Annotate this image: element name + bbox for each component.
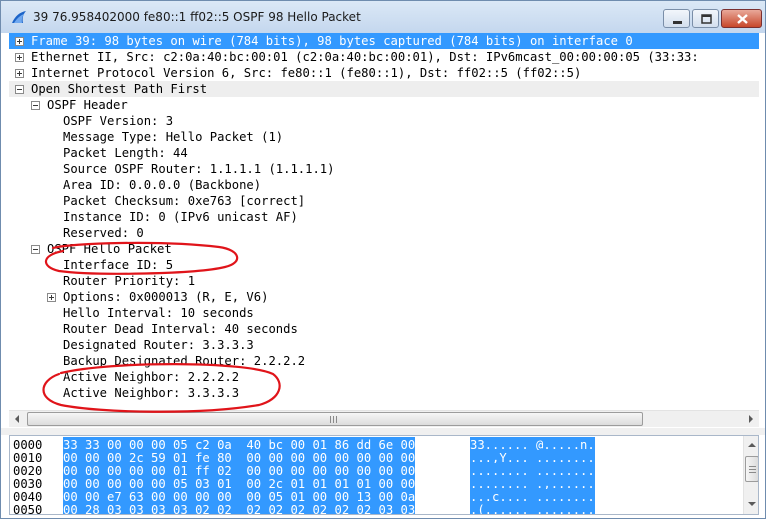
- grip-line: [330, 416, 331, 423]
- tree-row-field[interactable]: OSPF Version: 3: [9, 113, 759, 129]
- vertical-scrollbar[interactable]: [743, 436, 759, 514]
- tree-row-label: Packet Checksum: 0xe763 [correct]: [63, 194, 306, 208]
- tree-row-options[interactable]: Options: 0x000013 (R, E, V6): [9, 289, 759, 305]
- tree-row-field[interactable]: Designated Router: 3.3.3.3: [9, 337, 759, 353]
- minimize-button[interactable]: [663, 9, 690, 28]
- tree-row-ospf-header[interactable]: OSPF Header: [9, 97, 759, 113]
- maximize-button[interactable]: [692, 9, 719, 28]
- tree-row-field[interactable]: Area ID: 0.0.0.0 (Backbone): [9, 177, 759, 193]
- maximize-icon: [701, 14, 712, 24]
- expand-icon[interactable]: [15, 53, 24, 62]
- close-button[interactable]: [721, 9, 762, 28]
- tree-row-label: Active Neighbor: 3.3.3.3: [63, 386, 240, 400]
- tree-row-label: Interface ID: 5: [63, 258, 174, 272]
- grip-line: [749, 469, 756, 470]
- tree-row-field[interactable]: Interface ID: 5: [9, 257, 759, 273]
- tree-row-label: Router Priority: 1: [63, 274, 196, 288]
- tree-row-label: Router Dead Interval: 40 seconds: [63, 322, 298, 336]
- tree-row-label: OSPF Version: 3: [63, 114, 174, 128]
- tree-row-label: Message Type: Hello Packet (1): [63, 130, 284, 144]
- scroll-right-icon[interactable]: [742, 411, 759, 427]
- tree-row-label: Backup Designated Router: 2.2.2.2: [63, 354, 306, 368]
- horizontal-scrollbar[interactable]: [9, 410, 759, 427]
- tree-row-frame[interactable]: Frame 39: 98 bytes on wire (784 bits), 9…: [9, 33, 759, 49]
- grip-line: [749, 466, 756, 467]
- tree-row-field[interactable]: Hello Interval: 10 seconds: [9, 305, 759, 321]
- tree-row-field[interactable]: Backup Designated Router: 2.2.2.2: [9, 353, 759, 369]
- tree-row-field[interactable]: Source OSPF Router: 1.1.1.1 (1.1.1.1): [9, 161, 759, 177]
- hex-ascii[interactable]: .(...... ........: [470, 502, 595, 514]
- tree-row-field[interactable]: Instance ID: 0 (IPv6 unicast AF): [9, 209, 759, 225]
- tree-row-field[interactable]: Active Neighbor: 2.2.2.2: [9, 369, 759, 385]
- tree-row-field[interactable]: Reserved: 0: [9, 225, 759, 241]
- tree-row-ospf[interactable]: Open Shortest Path First: [9, 81, 759, 97]
- tree-row-label: Ethernet II, Src: c2:0a:40:bc:00:01 (c2:…: [31, 50, 699, 64]
- tree-row-label: Designated Router: 3.3.3.3: [63, 338, 254, 352]
- window-title: 39 76.958402000 fe80::1 ff02::5 OSPF 98 …: [33, 10, 361, 24]
- collapse-icon[interactable]: [31, 101, 40, 110]
- tree-row-label: Active Neighbor: 2.2.2.2: [63, 370, 240, 384]
- expand-icon[interactable]: [47, 293, 56, 302]
- tree-row-field[interactable]: Router Priority: 1: [9, 273, 759, 289]
- scrollbar-thumb[interactable]: [745, 456, 758, 482]
- grip-line: [336, 416, 337, 423]
- minimize-icon: [673, 21, 682, 24]
- tree-row-field[interactable]: Packet Checksum: 0xe763 [correct]: [9, 193, 759, 209]
- close-icon: [737, 14, 748, 24]
- collapse-icon[interactable]: [31, 245, 40, 254]
- tree-row-field[interactable]: Router Dead Interval: 40 seconds: [9, 321, 759, 337]
- packet-window: 39 76.958402000 fe80::1 ff02::5 OSPF 98 …: [0, 0, 766, 519]
- collapse-icon[interactable]: [15, 85, 24, 94]
- tree-row-ethernet[interactable]: Ethernet II, Src: c2:0a:40:bc:00:01 (c2:…: [9, 49, 759, 65]
- tree-row-label: OSPF Header: [47, 98, 128, 112]
- scroll-down-icon[interactable]: [744, 496, 759, 512]
- hex-offset: 0050: [13, 503, 43, 515]
- tree-row-label: Open Shortest Path First: [31, 82, 208, 96]
- tree-row-label: Hello Interval: 10 seconds: [63, 306, 254, 320]
- packet-details-tree[interactable]: Frame 39: 98 bytes on wire (784 bits), 9…: [9, 33, 759, 425]
- tree-row-label: Internet Protocol Version 6, Src: fe80::…: [31, 66, 582, 80]
- scroll-up-icon[interactable]: [744, 437, 759, 453]
- tree-row-label: Frame 39: 98 bytes on wire (784 bits), 9…: [31, 34, 633, 48]
- tree-row-ospf-hello[interactable]: OSPF Hello Packet: [9, 241, 759, 257]
- tree-row-label: Packet Length: 44: [63, 146, 188, 160]
- tree-row-label: Area ID: 0.0.0.0 (Backbone): [63, 178, 262, 192]
- tree-row-field[interactable]: Message Type: Hello Packet (1): [9, 129, 759, 145]
- grip-line: [333, 416, 334, 423]
- expand-icon[interactable]: [15, 69, 24, 78]
- hex-bytes[interactable]: 00 28 03 03 03 03 02 02 02 02 02 02 02 0…: [63, 502, 416, 514]
- expand-icon[interactable]: [15, 37, 24, 46]
- scroll-left-icon[interactable]: [9, 411, 26, 427]
- wireshark-fin-icon: [12, 11, 26, 23]
- grip-line: [749, 472, 756, 473]
- tree-row-label: Options: 0x000013 (R, E, V6): [63, 290, 269, 304]
- tree-row-field[interactable]: Packet Length: 44: [9, 145, 759, 161]
- tree-row-field[interactable]: Active Neighbor: 3.3.3.3: [9, 385, 759, 401]
- hex-dump-pane[interactable]: 0000 33 33 00 00 00 05 c2 0a 40 bc 00 01 …: [9, 435, 759, 515]
- tree-row-ipv6[interactable]: Internet Protocol Version 6, Src: fe80::…: [9, 65, 759, 81]
- tree-row-label: Reserved: 0: [63, 226, 144, 240]
- tree-row-label: Instance ID: 0 (IPv6 unicast AF): [63, 210, 298, 224]
- tree-row-label: Source OSPF Router: 1.1.1.1 (1.1.1.1): [63, 162, 335, 176]
- pane-splitter[interactable]: [1, 428, 765, 435]
- tree-row-label: OSPF Hello Packet: [47, 242, 172, 256]
- scrollbar-thumb[interactable]: [27, 412, 643, 426]
- title-bar[interactable]: 39 76.958402000 fe80::1 ff02::5 OSPF 98 …: [1, 1, 765, 33]
